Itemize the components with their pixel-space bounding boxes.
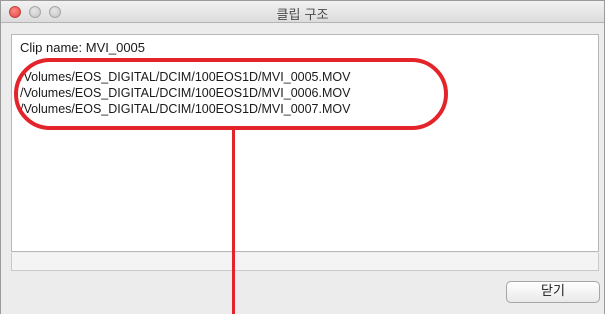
window-title: 클립 구조 <box>276 8 329 23</box>
clip-structure-window: 클립 구조 Clip name: MVI_0005 /Volumes/EOS_D… <box>0 0 605 314</box>
title-bar[interactable]: 클립 구조 <box>1 1 604 23</box>
file-path-list: /Volumes/EOS_DIGITAL/DCIM/100EOS1D/MVI_0… <box>20 69 350 117</box>
text-area-footer <box>11 253 599 271</box>
clip-info-text-area[interactable]: Clip name: MVI_0005 /Volumes/EOS_DIGITAL… <box>11 34 599 252</box>
screenshot-stage: 클립 구조 Clip name: MVI_0005 /Volumes/EOS_D… <box>0 0 607 314</box>
file-path-item: /Volumes/EOS_DIGITAL/DCIM/100EOS1D/MVI_0… <box>20 86 351 100</box>
file-path-item: /Volumes/EOS_DIGITAL/DCIM/100EOS1D/MVI_0… <box>20 70 351 84</box>
file-path-item: /Volumes/EOS_DIGITAL/DCIM/100EOS1D/MVI_0… <box>20 102 351 116</box>
clip-name-label: Clip name: MVI_0005 <box>20 40 146 55</box>
close-button[interactable]: 닫기 <box>506 281 600 303</box>
